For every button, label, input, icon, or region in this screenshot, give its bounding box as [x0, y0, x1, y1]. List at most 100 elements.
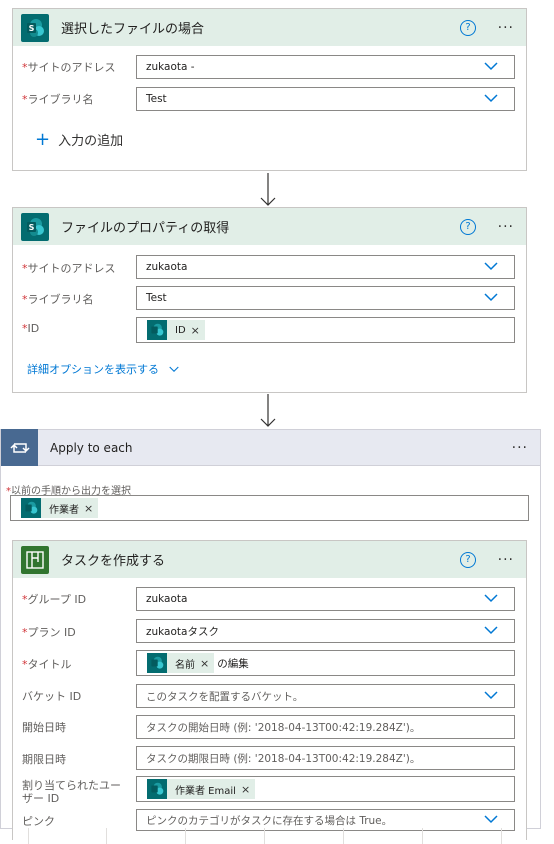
- id-field[interactable]: ID ×: [136, 317, 515, 343]
- field-label: *サイトのアドレス: [22, 262, 116, 275]
- chevron-down-icon: [484, 594, 498, 603]
- field-label: 開始日時: [22, 721, 66, 734]
- token-remove-icon[interactable]: ×: [200, 657, 209, 670]
- card-header[interactable]: S ファイルのプロパティの取得 ? ···: [13, 208, 526, 245]
- field-placeholder: タスクの開始日時 (例: '2018-04-13T00:42:19.284Z')…: [146, 721, 421, 734]
- divider: [422, 828, 423, 844]
- chevron-down-icon: [484, 262, 498, 271]
- divider: [185, 828, 186, 844]
- card-title: タスクを作成する: [61, 554, 166, 569]
- title-suffix-text: の編集: [217, 657, 249, 670]
- field-value: Test: [146, 292, 167, 304]
- field-label: *プラン ID: [22, 626, 76, 639]
- more-icon[interactable]: ···: [498, 552, 514, 568]
- card-header[interactable]: S 選択したファイルの場合 ? ···: [13, 9, 526, 46]
- divider: [106, 828, 107, 844]
- sharepoint-icon: [147, 779, 167, 799]
- divider: [28, 828, 29, 844]
- sharepoint-icon: [21, 498, 41, 518]
- site-address-dropdown[interactable]: zukaota -: [136, 55, 515, 79]
- trigger-card: S 選択したファイルの場合 ? ··· *サイトのアドレス zukaota - …: [12, 8, 527, 171]
- chevron-down-icon: [484, 94, 498, 103]
- field-value: zukaota: [146, 261, 188, 273]
- card-title: ファイルのプロパティの取得: [61, 221, 230, 236]
- dynamic-content-token[interactable]: 作業者 Email ×: [147, 779, 256, 799]
- divider: [264, 828, 265, 844]
- planner-icon: [21, 545, 49, 574]
- token-label: ID: [175, 324, 186, 336]
- field-value: zukaota: [146, 593, 188, 605]
- token-remove-icon[interactable]: ×: [191, 324, 200, 337]
- chevron-down-icon: [484, 62, 498, 71]
- card-header[interactable]: タスクを作成する ? ···: [13, 541, 526, 578]
- library-name-dropdown[interactable]: Test: [136, 286, 515, 310]
- token-label: 作業者 Email: [175, 785, 236, 797]
- sharepoint-icon: S: [21, 212, 49, 241]
- divider: [343, 828, 344, 844]
- add-input-label: 入力の追加: [58, 134, 124, 149]
- loop-icon: [1, 429, 38, 466]
- field-value: zukaotaタスク: [146, 625, 219, 638]
- field-label: 割り当てられたユーザー ID: [22, 779, 121, 805]
- library-name-dropdown[interactable]: Test: [136, 87, 515, 111]
- group-id-dropdown[interactable]: zukaota: [136, 587, 515, 611]
- arrow-down-icon: [260, 394, 276, 427]
- assigned-user-field[interactable]: 作業者 Email ×: [136, 776, 515, 802]
- help-icon[interactable]: ?: [460, 19, 476, 36]
- token-remove-icon[interactable]: ×: [241, 783, 250, 796]
- chevron-down-icon: [484, 626, 498, 635]
- add-input-button[interactable]: + 入力の追加: [35, 129, 123, 150]
- field-label: *サイトのアドレス: [22, 61, 116, 74]
- field-placeholder: ピンクのカテゴリがタスクに存在する場合は True。: [146, 814, 393, 827]
- card-title: 選択したファイルの場合: [61, 22, 205, 37]
- dynamic-content-token[interactable]: 作業者 ×: [21, 498, 99, 518]
- select-output-field[interactable]: 作業者 ×: [10, 495, 529, 521]
- more-icon[interactable]: ···: [498, 219, 514, 235]
- get-file-properties-card: S ファイルのプロパティの取得 ? ··· *サイトのアドレス zukaota …: [12, 207, 527, 393]
- divider: [501, 828, 502, 844]
- sharepoint-icon: [147, 653, 167, 673]
- token-label: 作業者: [49, 504, 79, 516]
- bucket-id-dropdown[interactable]: このタスクを配置するバケット。: [136, 684, 515, 708]
- plus-icon: +: [35, 129, 51, 150]
- sharepoint-icon: [147, 320, 167, 340]
- apply-to-each-header[interactable]: Apply to each ···: [0, 429, 541, 466]
- create-task-card: タスクを作成する ? ··· *グループ ID zukaota *プラン ID …: [12, 540, 527, 840]
- more-icon[interactable]: ···: [498, 20, 514, 36]
- chevron-down-icon: [484, 293, 498, 302]
- help-icon[interactable]: ?: [460, 218, 476, 235]
- field-label: *ID: [22, 322, 40, 335]
- start-date-input[interactable]: タスクの開始日時 (例: '2018-04-13T00:42:19.284Z')…: [136, 715, 515, 739]
- help-icon[interactable]: ?: [460, 551, 476, 568]
- chevron-down-icon: [168, 366, 179, 373]
- dynamic-content-token[interactable]: 名前 ×: [147, 653, 215, 673]
- sharepoint-icon: S: [21, 13, 49, 42]
- field-label: *ライブラリ名: [22, 93, 94, 106]
- chevron-down-icon: [484, 815, 498, 824]
- field-placeholder: このタスクを配置するバケット。: [146, 690, 304, 703]
- site-address-dropdown[interactable]: zukaota: [136, 255, 515, 279]
- token-remove-icon[interactable]: ×: [84, 502, 93, 515]
- chevron-down-icon: [484, 691, 498, 700]
- svg-text:S: S: [29, 24, 35, 33]
- more-icon[interactable]: ···: [512, 440, 528, 456]
- field-label: 期限日時: [22, 753, 66, 766]
- field-value: zukaota -: [146, 61, 195, 73]
- token-label: 名前: [175, 659, 195, 671]
- field-label: バケット ID: [22, 690, 82, 703]
- plan-id-dropdown[interactable]: zukaotaタスク: [136, 619, 515, 643]
- field-label: *ライブラリ名: [22, 293, 94, 306]
- field-label: *グループ ID: [22, 593, 87, 606]
- field-placeholder: タスクの期限日時 (例: '2018-04-13T00:42:19.284Z')…: [146, 752, 421, 765]
- field-label: *タイトル: [22, 658, 72, 671]
- loop-title: Apply to each: [50, 440, 133, 455]
- dynamic-content-token[interactable]: ID ×: [147, 320, 205, 340]
- pink-dropdown[interactable]: ピンクのカテゴリがタスクに存在する場合は True。: [136, 809, 515, 831]
- svg-text:S: S: [29, 223, 35, 232]
- field-label: ピンク: [22, 815, 55, 828]
- arrow-down-icon: [260, 173, 276, 206]
- due-date-input[interactable]: タスクの期限日時 (例: '2018-04-13T00:42:19.284Z')…: [136, 746, 515, 770]
- title-field[interactable]: 名前 × の編集: [136, 650, 515, 676]
- field-value: Test: [146, 93, 167, 105]
- show-advanced-options-link[interactable]: 詳細オプションを表示する: [27, 361, 179, 377]
